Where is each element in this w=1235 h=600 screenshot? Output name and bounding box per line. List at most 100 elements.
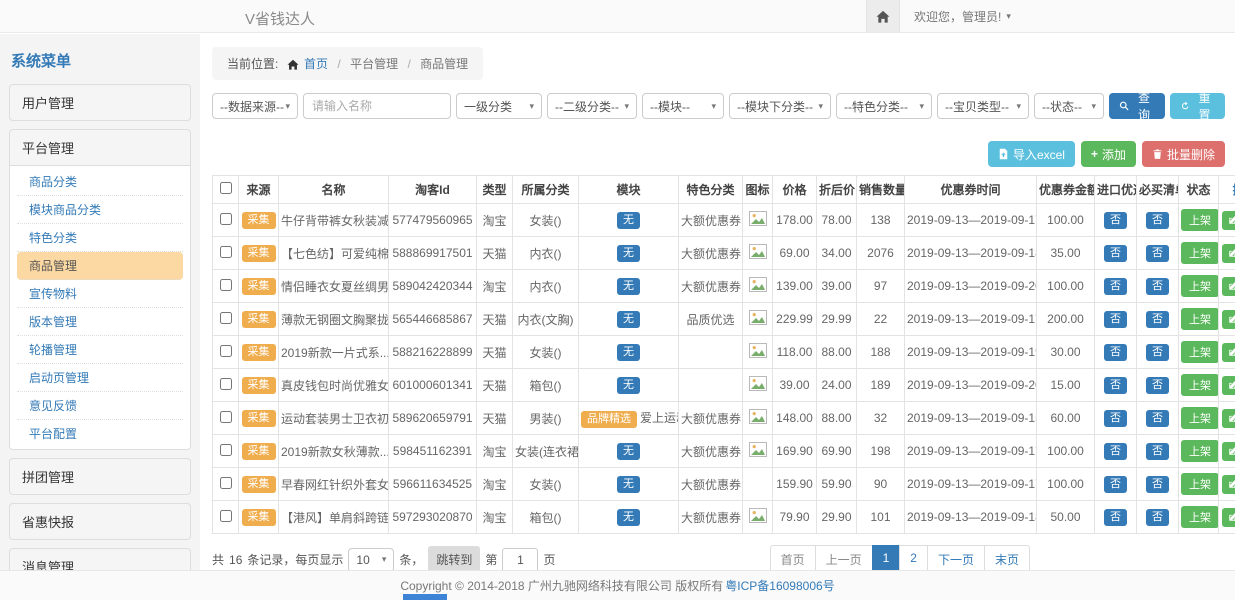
- import-select-badge[interactable]: 否: [1104, 344, 1127, 361]
- status-button[interactable]: 上架: [1181, 473, 1219, 495]
- edit-button[interactable]: [1222, 310, 1235, 329]
- sidebar-item[interactable]: 意见反馈: [17, 392, 183, 420]
- table-row: 采集 【港风】单肩斜跨链条... 597293020870 淘宝 箱包() 无 …: [213, 501, 1235, 534]
- sidebar-item[interactable]: 商品分类: [17, 168, 183, 196]
- row-checkbox[interactable]: [220, 246, 232, 258]
- sidebar-item[interactable]: 版本管理: [17, 308, 183, 336]
- edit-button[interactable]: [1222, 277, 1235, 296]
- sidebar-item[interactable]: 模块商品分类: [17, 196, 183, 224]
- sidebar-item[interactable]: 启动页管理: [17, 364, 183, 392]
- row-checkbox[interactable]: [220, 279, 232, 291]
- edit-button[interactable]: [1222, 244, 1235, 263]
- edit-button[interactable]: [1222, 376, 1235, 395]
- filter-select-module[interactable]: --模块--▾: [642, 93, 724, 119]
- status-button[interactable]: 上架: [1181, 374, 1219, 396]
- sidebar-item[interactable]: 特色分类: [17, 224, 183, 252]
- page-button[interactable]: 1: [872, 545, 901, 570]
- must-buy-badge[interactable]: 否: [1146, 278, 1169, 295]
- reset-button[interactable]: 重置: [1170, 93, 1226, 119]
- filter-select-feature-category[interactable]: --特色分类--▾: [836, 93, 932, 119]
- must-buy-badge[interactable]: 否: [1146, 476, 1169, 493]
- import-excel-button[interactable]: 导入excel: [988, 141, 1075, 167]
- query-button[interactable]: 查询: [1109, 93, 1165, 119]
- page-button[interactable]: 末页: [984, 545, 1030, 570]
- import-select-badge[interactable]: 否: [1104, 311, 1127, 328]
- edit-button[interactable]: [1222, 508, 1235, 527]
- row-checkbox[interactable]: [220, 411, 232, 423]
- filter-select-data-source[interactable]: --数据来源--▾: [212, 93, 298, 119]
- row-checkbox[interactable]: [220, 213, 232, 225]
- taoke-id: 588869917501: [389, 237, 477, 270]
- user-menu[interactable]: 欢迎您，管理员! ▾: [914, 8, 1011, 25]
- status-button[interactable]: 上架: [1181, 209, 1219, 231]
- jump-button[interactable]: 跳转到: [428, 546, 480, 570]
- sidebar-section-header[interactable]: 消息管理: [10, 549, 190, 570]
- row-checkbox[interactable]: [220, 378, 232, 390]
- filter-select-item-type[interactable]: --宝贝类型--▾: [937, 93, 1029, 119]
- sales-count: 138: [857, 204, 905, 237]
- status-button[interactable]: 上架: [1181, 407, 1219, 429]
- filter-select-status[interactable]: --状态--▾: [1034, 93, 1104, 119]
- filter-select-level2-category[interactable]: --二级分类--▾: [547, 93, 637, 119]
- edit-button[interactable]: [1222, 343, 1235, 362]
- edit-button[interactable]: [1222, 442, 1235, 461]
- filter-bar: --数据来源--▾ 一级分类▾--二级分类--▾--模块--▾--模块下分类--▾…: [212, 93, 1225, 119]
- status-button[interactable]: 上架: [1181, 506, 1219, 528]
- breadcrumb-home-link[interactable]: 首页: [282, 57, 332, 71]
- must-buy-badge[interactable]: 否: [1146, 509, 1169, 526]
- filter-select-module-subcategory[interactable]: --模块下分类--▾: [729, 93, 831, 119]
- status-button[interactable]: 上架: [1181, 242, 1219, 264]
- must-buy-badge[interactable]: 否: [1146, 410, 1169, 427]
- must-buy-badge[interactable]: 否: [1146, 377, 1169, 394]
- sidebar-section-header[interactable]: 用户管理: [10, 85, 190, 120]
- module-cell: 无: [579, 237, 679, 270]
- edit-button[interactable]: [1222, 409, 1235, 428]
- row-checkbox[interactable]: [220, 510, 232, 522]
- must-buy-badge[interactable]: 否: [1146, 443, 1169, 460]
- home-button[interactable]: [866, 0, 900, 32]
- row-checkbox[interactable]: [220, 477, 232, 489]
- sidebar-item[interactable]: 宣传物料: [17, 280, 183, 308]
- row-checkbox[interactable]: [220, 444, 232, 456]
- import-select-badge[interactable]: 否: [1104, 476, 1127, 493]
- status-button[interactable]: 上架: [1181, 275, 1219, 297]
- filter-select-level1-category[interactable]: 一级分类▾: [456, 93, 542, 119]
- page-button[interactable]: 上一页: [815, 545, 873, 570]
- import-select-badge[interactable]: 否: [1104, 509, 1127, 526]
- page-number-input[interactable]: [502, 548, 538, 571]
- source-badge: 采集: [242, 245, 276, 262]
- row-checkbox[interactable]: [220, 312, 232, 324]
- sidebar-section-header[interactable]: 平台管理: [10, 130, 190, 165]
- must-buy-badge[interactable]: 否: [1146, 245, 1169, 262]
- select-all-checkbox[interactable]: [220, 182, 232, 194]
- import-select-badge[interactable]: 否: [1104, 443, 1127, 460]
- import-select-badge[interactable]: 否: [1104, 245, 1127, 262]
- name-search-input[interactable]: [303, 93, 451, 119]
- import-select-badge[interactable]: 否: [1104, 377, 1127, 394]
- status-button[interactable]: 上架: [1181, 440, 1219, 462]
- add-button[interactable]: + 添加: [1081, 141, 1136, 167]
- must-buy-badge[interactable]: 否: [1146, 311, 1169, 328]
- status-button[interactable]: 上架: [1181, 341, 1219, 363]
- edit-button[interactable]: [1222, 475, 1235, 494]
- sidebar-item[interactable]: 平台配置: [17, 420, 183, 447]
- import-select-badge[interactable]: 否: [1104, 212, 1127, 229]
- sidebar-section-header[interactable]: 省惠快报: [10, 504, 190, 539]
- sidebar-section-header[interactable]: 拼团管理: [10, 459, 190, 494]
- batch-delete-button[interactable]: 批量删除: [1142, 141, 1225, 167]
- page-button[interactable]: 首页: [770, 545, 816, 570]
- thumbnail-image-icon: [749, 310, 767, 325]
- import-select-badge[interactable]: 否: [1104, 410, 1127, 427]
- row-checkbox[interactable]: [220, 345, 232, 357]
- status-button[interactable]: 上架: [1181, 308, 1219, 330]
- page-button[interactable]: 下一页: [927, 545, 985, 570]
- page-button[interactable]: 2: [899, 545, 928, 570]
- sidebar-item[interactable]: 商品管理: [17, 252, 183, 280]
- must-buy-badge[interactable]: 否: [1146, 344, 1169, 361]
- import-select-badge[interactable]: 否: [1104, 278, 1127, 295]
- edit-button[interactable]: [1222, 211, 1235, 230]
- icp-link[interactable]: 粤ICP备16098006号: [725, 577, 834, 594]
- per-page-select[interactable]: 10 ▾: [348, 548, 394, 571]
- must-buy-badge[interactable]: 否: [1146, 212, 1169, 229]
- sidebar-item[interactable]: 轮播管理: [17, 336, 183, 364]
